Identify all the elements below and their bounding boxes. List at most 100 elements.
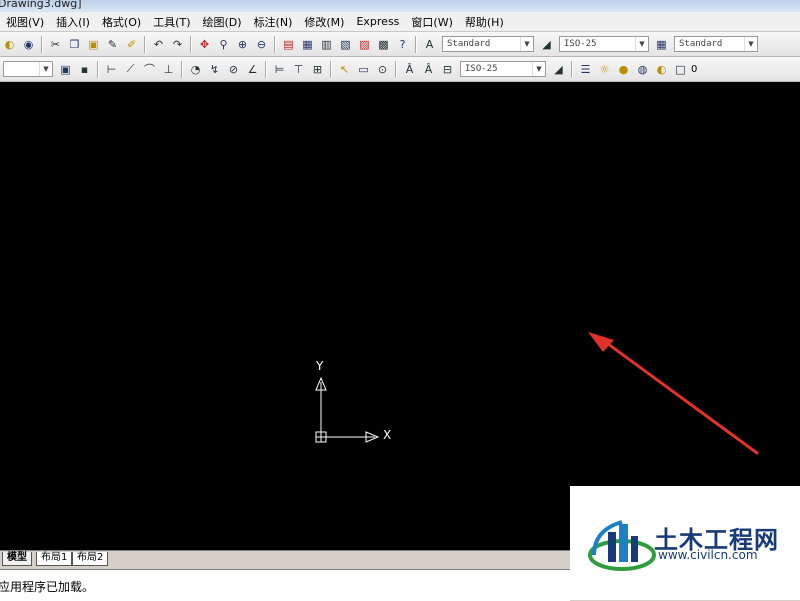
tolerance-icon[interactable]: ▭ xyxy=(355,61,372,78)
ordinate-dimension-icon[interactable]: ⊥ xyxy=(160,61,177,78)
sheet-set-icon[interactable]: ▧ xyxy=(337,36,354,53)
quickcalc-icon[interactable]: ▩ xyxy=(375,36,392,53)
menu-dimension[interactable]: 标注(N) xyxy=(248,14,299,30)
toolbar-separator xyxy=(395,60,397,78)
baseline-dimension-icon[interactable]: ⊤ xyxy=(290,61,307,78)
copy-icon[interactable]: ❐ xyxy=(66,36,83,53)
center-mark-icon[interactable]: ⊙ xyxy=(374,61,391,78)
chevron-down-icon[interactable]: ▼ xyxy=(520,37,533,51)
watermark-url: www.civilcn.com xyxy=(658,548,758,562)
tab-layout1[interactable]: 布局1 xyxy=(36,552,73,566)
zoom-window-icon[interactable]: ⊕ xyxy=(234,36,251,53)
continue-dimension-icon[interactable]: ⊞ xyxy=(309,61,326,78)
toolbar-separator xyxy=(330,60,332,78)
properties-icon[interactable]: ▤ xyxy=(280,36,297,53)
toolbar-separator xyxy=(190,35,192,53)
workspace-save-icon[interactable]: ▪ xyxy=(76,61,93,78)
aligned-dimension-icon[interactable]: ⟋ xyxy=(122,61,139,78)
tab-layout2[interactable]: 布局2 xyxy=(72,552,109,566)
menu-bar: 视图(V) 插入(I) 格式(O) 工具(T) 绘图(D) 标注(N) 修改(M… xyxy=(0,12,800,32)
dim-style-value: ISO-25 xyxy=(564,39,597,49)
undo-icon[interactable]: ↶ xyxy=(150,36,167,53)
canvas-overlay xyxy=(315,332,759,455)
table-style-icon[interactable]: ▦ xyxy=(653,36,670,53)
toolbar-separator xyxy=(181,60,183,78)
layer-manager-icon[interactable]: ☰ xyxy=(577,61,594,78)
quick-dimension-icon[interactable]: ⊨ xyxy=(271,61,288,78)
cut-icon[interactable]: ✂ xyxy=(47,36,64,53)
layer-color-square-icon[interactable]: □ xyxy=(672,61,689,78)
menu-view[interactable]: 视图(V) xyxy=(0,14,50,30)
markup-icon[interactable]: ▨ xyxy=(356,36,373,53)
toolbar-separator xyxy=(265,60,267,78)
menu-modify[interactable]: 修改(M) xyxy=(298,14,350,30)
ucs-y-label: Y xyxy=(316,359,324,373)
command-output: 应用程序已加载。 xyxy=(0,580,95,594)
dimension-style-manager-icon[interactable]: ◢ xyxy=(550,61,567,78)
layer-viewport-icon[interactable]: ◍ xyxy=(634,61,651,78)
toolbar-separator xyxy=(41,35,43,53)
annotation-arrow-shaft xyxy=(602,339,759,455)
pan-icon[interactable]: ✥ xyxy=(196,36,213,53)
menu-window[interactable]: 窗口(W) xyxy=(405,14,458,30)
workspace-select[interactable]: ▼ xyxy=(3,61,53,77)
design-center-icon[interactable]: ▦ xyxy=(299,36,316,53)
menu-express[interactable]: Express xyxy=(350,15,405,28)
zoom-realtime-icon[interactable]: ⚲ xyxy=(215,36,232,53)
tool-palettes-icon[interactable]: ▥ xyxy=(318,36,335,53)
text-style-select[interactable]: Standard ▼ xyxy=(442,36,534,52)
dim-style-select[interactable]: ISO-25 ▼ xyxy=(559,36,649,52)
chevron-down-icon[interactable]: ▼ xyxy=(39,62,52,76)
table-style-value: Standard xyxy=(679,39,723,49)
linear-dimension-icon[interactable]: ⊢ xyxy=(103,61,120,78)
match-properties-icon[interactable]: ✎ xyxy=(104,36,121,53)
menu-tools[interactable]: 工具(T) xyxy=(147,14,196,30)
dim-style-select-2[interactable]: ISO-25 ▼ xyxy=(460,61,546,77)
annotation-arrow-head xyxy=(588,332,614,352)
toolbar-separator xyxy=(415,35,417,53)
window-title: Drawing3.dwg] xyxy=(0,0,82,10)
help-icon[interactable]: ? xyxy=(394,36,411,53)
menu-insert[interactable]: 插入(I) xyxy=(50,14,96,30)
toolbar-separator xyxy=(571,60,573,78)
toolbar-separator xyxy=(274,35,276,53)
menu-draw[interactable]: 绘图(D) xyxy=(197,14,248,30)
layer-lock-icon[interactable]: ◐ xyxy=(653,61,670,78)
chevron-down-icon[interactable]: ▼ xyxy=(532,62,545,76)
jogged-dimension-icon[interactable]: ↯ xyxy=(206,61,223,78)
tab-model[interactable]: 模型 xyxy=(2,552,32,566)
layer-name[interactable]: 0 xyxy=(691,64,697,75)
redo-icon[interactable]: ↷ xyxy=(169,36,186,53)
text-style-icon[interactable]: A xyxy=(421,36,438,53)
text-style-value: Standard xyxy=(447,39,491,49)
menu-format[interactable]: 格式(O) xyxy=(96,14,147,30)
quick-leader-icon[interactable]: ↖ xyxy=(336,61,353,78)
diameter-dimension-icon[interactable]: ⊘ xyxy=(225,61,242,78)
table-style-select[interactable]: Standard ▼ xyxy=(674,36,758,52)
layer-on-lightbulb-icon[interactable]: ☼ xyxy=(596,61,613,78)
standard-toolbar: ◐ ◉ ✂ ❐ ▣ ✎ ✐ ↶ ↷ ✥ ⚲ ⊕ ⊖ ▤ ▦ ▥ ▧ ▨ ▩ ? … xyxy=(0,32,800,57)
watermark-logo-icon xyxy=(588,520,656,571)
menu-help[interactable]: 帮助(H) xyxy=(459,14,510,30)
dimension-toolbar: ▼ ▣ ▪ ⊢ ⟋ ⌒ ⊥ ◔ ↯ ⊘ ∠ ⊨ ⊤ ⊞ ↖ ▭ ⊙ Ā Â ⊟ … xyxy=(0,57,800,82)
print-preview-icon[interactable]: ◐ xyxy=(1,36,18,53)
command-line[interactable]: 应用程序已加载。 xyxy=(0,569,570,601)
toolbar-separator xyxy=(144,35,146,53)
chevron-down-icon[interactable]: ▼ xyxy=(744,37,757,51)
layout-tab-bar: 模型 布局1 布局2 xyxy=(0,550,570,567)
drawing-canvas[interactable]: Y X xyxy=(0,82,800,550)
radius-dimension-icon[interactable]: ◔ xyxy=(187,61,204,78)
layer-freeze-sun-icon[interactable]: ● xyxy=(615,61,632,78)
dimension-edit-icon[interactable]: Ā xyxy=(401,61,418,78)
angular-dimension-icon[interactable]: ∠ xyxy=(244,61,261,78)
dim-style-icon[interactable]: ◢ xyxy=(538,36,555,53)
dimension-text-edit-icon[interactable]: Â xyxy=(420,61,437,78)
chevron-down-icon[interactable]: ▼ xyxy=(635,37,648,51)
paste-icon[interactable]: ▣ xyxy=(85,36,102,53)
block-editor-icon[interactable]: ✐ xyxy=(123,36,140,53)
zoom-previous-icon[interactable]: ⊖ xyxy=(253,36,270,53)
arc-length-icon[interactable]: ⌒ xyxy=(141,61,158,78)
dimension-update-icon[interactable]: ⊟ xyxy=(439,61,456,78)
publish-icon[interactable]: ◉ xyxy=(20,36,37,53)
workspace-settings-icon[interactable]: ▣ xyxy=(57,61,74,78)
